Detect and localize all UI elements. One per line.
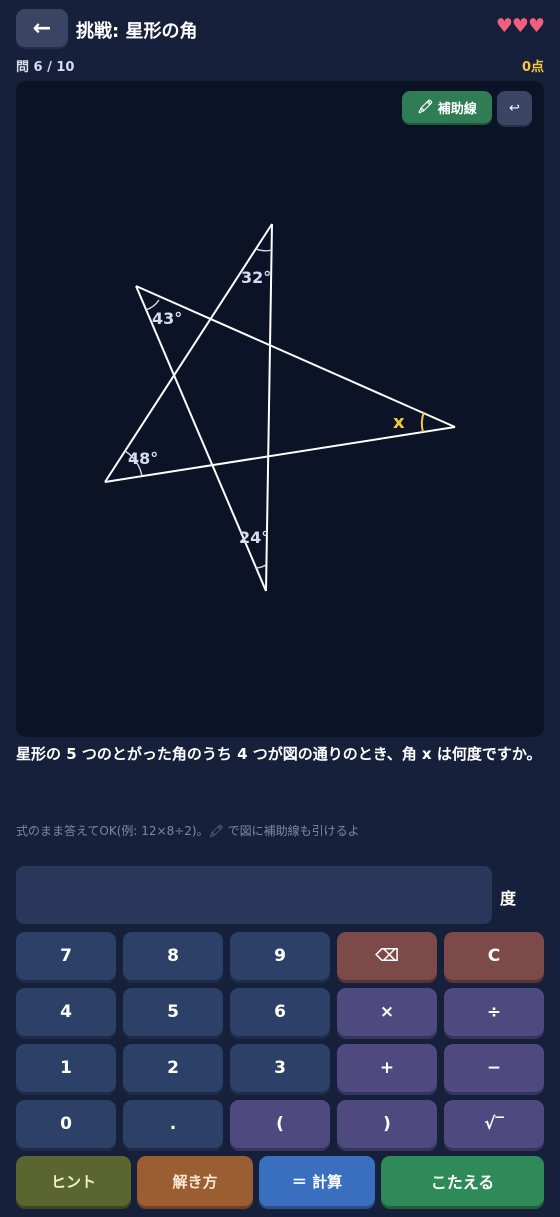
key-0[interactable]: 0 <box>16 1100 116 1148</box>
key-9[interactable]: 9 <box>230 932 330 980</box>
key-6[interactable]: 6 <box>230 988 330 1036</box>
backspace-key[interactable]: ⌫ <box>337 932 437 980</box>
angle-arc-bottom <box>255 564 267 569</box>
top-bar: ← 挑戦: 星形の角 ♥♥♥ <box>16 9 545 47</box>
key-3[interactable]: 3 <box>230 1044 330 1092</box>
unknown-angle-x: x <box>393 412 405 433</box>
question-progress: 問 6 / 10 <box>16 60 75 75</box>
key-1[interactable]: 1 <box>16 1044 116 1092</box>
submit-answer-button[interactable]: こたえる <box>381 1156 544 1206</box>
star-edge <box>104 223 273 483</box>
solution-button[interactable]: 解き方 <box>137 1156 253 1206</box>
question-text: 星形の 5 つのとがった角のうち 4 つが図の通りのとき、角 x は何度ですか。 <box>16 745 542 763</box>
decimal-key[interactable]: . <box>123 1100 223 1148</box>
key-4[interactable]: 4 <box>16 988 116 1036</box>
angle-arc-x <box>420 411 425 433</box>
angle-label-upper-left: 43° <box>152 309 182 328</box>
open-paren-key[interactable]: ( <box>230 1100 330 1148</box>
answer-input[interactable] <box>16 866 492 924</box>
key-2[interactable]: 2 <box>123 1044 223 1092</box>
key-8[interactable]: 8 <box>123 932 223 980</box>
sqrt-key[interactable]: √‾ <box>444 1100 544 1148</box>
clear-key[interactable]: C <box>444 932 544 980</box>
back-arrow-icon: ← <box>32 15 52 41</box>
angle-label-left: 48° <box>128 449 158 468</box>
star-edge <box>135 285 456 428</box>
minus-key[interactable]: − <box>444 1044 544 1092</box>
angle-label-bottom: 24° <box>239 528 269 547</box>
hint-button[interactable]: ヒント <box>16 1156 131 1206</box>
undo-button[interactable]: ↩ <box>497 91 532 125</box>
close-paren-key[interactable]: ) <box>337 1100 437 1148</box>
back-button[interactable]: ← <box>16 9 68 47</box>
input-hint-text: 式のまま答えてOK(例: 12×8÷2)。🖍 で図に補助線も引けるよ <box>16 824 360 838</box>
key-5[interactable]: 5 <box>123 988 223 1036</box>
pencil-icon: 🖍 <box>417 99 434 115</box>
multiply-key[interactable]: × <box>337 988 437 1036</box>
page-title: 挑戦: 星形の角 <box>76 21 198 42</box>
angle-arc-top <box>255 248 273 252</box>
divide-key[interactable]: ÷ <box>444 988 544 1036</box>
plus-key[interactable]: + <box>337 1044 437 1092</box>
figure-canvas[interactable]: 32° 43° 48° 24° x 🖍 補助線 ↩ <box>16 81 544 737</box>
score-display: 0点 <box>521 60 544 75</box>
lives-hearts-icon: ♥♥♥ <box>495 15 545 37</box>
undo-icon: ↩ <box>509 100 520 116</box>
auxiliary-line-label: 補助線 <box>437 101 477 117</box>
auxiliary-line-button[interactable]: 🖍 補助線 <box>402 91 492 123</box>
angle-label-top: 32° <box>241 268 271 287</box>
key-7[interactable]: 7 <box>16 932 116 980</box>
star-figure: 32° 43° 48° 24° x <box>104 223 456 592</box>
calculate-button[interactable]: ＝ 計算 <box>259 1156 375 1206</box>
unit-label: 度 <box>500 889 517 908</box>
